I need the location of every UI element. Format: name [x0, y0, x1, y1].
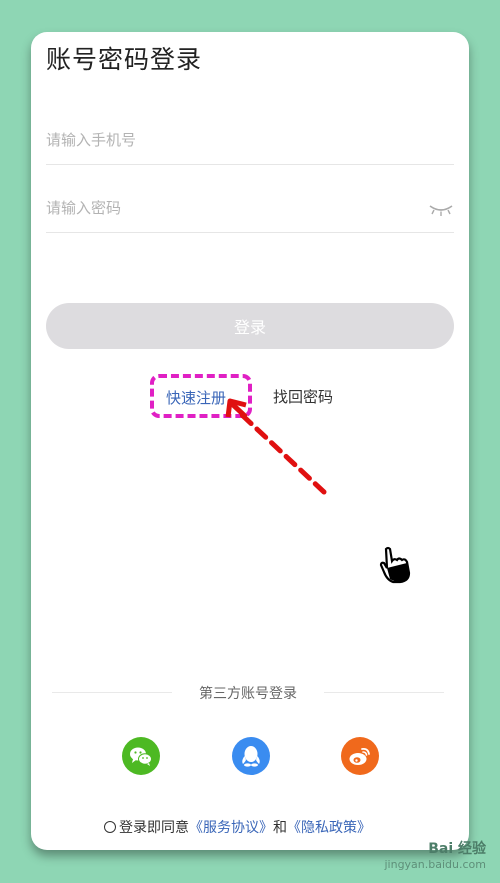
watermark-url: jingyan.baidu.com [384, 858, 486, 871]
watermark-brand: Bai 经验 [428, 841, 486, 857]
wechat-icon [130, 747, 152, 766]
weibo-icon [349, 747, 370, 765]
third-party-section: 第三方账号登录 [52, 683, 444, 703]
hand-cursor-icon [379, 546, 411, 584]
login-button[interactable]: 登录 [46, 303, 454, 349]
qq-login-button[interactable] [232, 737, 270, 775]
password-input[interactable] [46, 188, 416, 228]
qq-icon [242, 746, 260, 767]
watermark: Bai 经验 jingyan.baidu.com [384, 838, 486, 871]
agreement-radio[interactable] [104, 821, 116, 833]
third-party-label: 第三方账号登录 [199, 686, 297, 702]
phone-field-row [46, 120, 454, 165]
service-agreement-link[interactable]: 《服务协议》 [189, 820, 273, 836]
annotation-arrow-icon [225, 398, 327, 495]
privacy-policy-link[interactable]: 《隐私政策》 [287, 820, 371, 836]
agreement-row: 登录即同意《服务协议》和《隐私政策》 [104, 817, 371, 837]
agreement-prefix: 登录即同意 [119, 820, 189, 836]
agreement-and: 和 [273, 820, 287, 836]
weibo-login-button[interactable] [341, 737, 379, 775]
page-title: 账号密码登录 [46, 45, 203, 74]
password-field-row [46, 188, 454, 233]
phone-input[interactable] [46, 120, 416, 160]
wechat-login-button[interactable] [122, 737, 160, 775]
quick-register-link[interactable]: 快速注册 [166, 387, 226, 408]
eye-closed-icon[interactable] [428, 202, 454, 218]
